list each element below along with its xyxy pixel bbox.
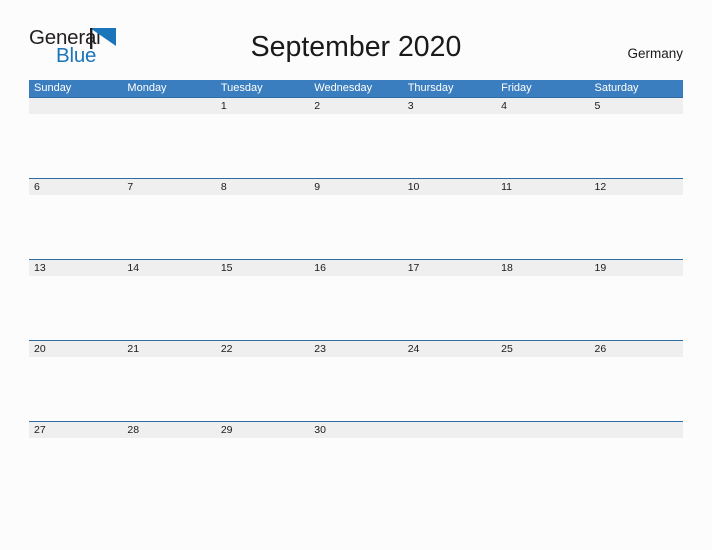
day-cell[interactable]: 5 (590, 98, 683, 114)
week-row: 1 2 3 4 5 (29, 97, 683, 178)
country-label: Germany (627, 46, 683, 61)
page-title: September 2020 (250, 31, 462, 63)
day-cell[interactable]: 4 (496, 98, 589, 114)
day-cell[interactable]: 8 (216, 179, 309, 195)
weekday-header-thursday: Thursday (407, 82, 454, 94)
week-row: 20 21 22 23 24 25 26 (29, 340, 683, 421)
day-cell[interactable]: 1 (216, 98, 309, 114)
day-cell[interactable]: 2 (309, 98, 402, 114)
day-cell[interactable]: 27 (29, 422, 122, 438)
weekday-header-tuesday: Tuesday (220, 82, 263, 94)
day-cell[interactable]: 14 (122, 260, 215, 276)
week-row: 6 7 8 9 10 11 12 (29, 178, 683, 259)
week-notes-area[interactable] (29, 276, 683, 339)
weekday-header-friday: Friday (501, 82, 532, 94)
day-cell[interactable] (590, 422, 683, 438)
week-date-band: 27 28 29 30 (29, 422, 683, 438)
day-cell[interactable]: 29 (216, 422, 309, 438)
day-cell[interactable]: 23 (309, 341, 402, 357)
week-date-band: 13 14 15 16 17 18 19 (29, 260, 683, 276)
day-cell[interactable]: 20 (29, 341, 122, 357)
day-cell[interactable] (122, 98, 215, 114)
week-notes-area[interactable] (29, 114, 683, 177)
day-cell[interactable] (403, 422, 496, 438)
weekday-header-monday: Monday (127, 82, 167, 94)
day-cell[interactable]: 26 (590, 341, 683, 357)
day-cell[interactable]: 18 (496, 260, 589, 276)
week-notes-area[interactable] (29, 195, 683, 258)
day-cell[interactable]: 28 (122, 422, 215, 438)
day-cell[interactable]: 30 (309, 422, 402, 438)
day-cell[interactable]: 25 (496, 341, 589, 357)
day-cell[interactable]: 9 (309, 179, 402, 195)
day-cell[interactable]: 12 (590, 179, 683, 195)
page-header: General Blue September 2020 Germany (0, 0, 712, 67)
weekday-header-sunday: Sunday (34, 82, 72, 94)
week-notes-area[interactable] (29, 438, 683, 501)
day-cell[interactable] (29, 98, 122, 114)
day-cell[interactable]: 7 (122, 179, 215, 195)
day-cell[interactable]: 21 (122, 341, 215, 357)
week-date-band: 20 21 22 23 24 25 26 (29, 341, 683, 357)
day-cell[interactable] (496, 422, 589, 438)
calendar-grid: Sunday Monday Tuesday Wednesday Thursday… (29, 80, 683, 502)
week-date-band: 1 2 3 4 5 (29, 98, 683, 114)
weekday-header-wednesday: Wednesday (314, 82, 373, 94)
day-cell[interactable]: 16 (309, 260, 402, 276)
day-cell[interactable]: 6 (29, 179, 122, 195)
week-row: 27 28 29 30 (29, 421, 683, 502)
day-cell[interactable]: 3 (403, 98, 496, 114)
day-cell[interactable]: 13 (29, 260, 122, 276)
day-cell[interactable]: 11 (496, 179, 589, 195)
week-date-band: 6 7 8 9 10 11 12 (29, 179, 683, 195)
day-cell[interactable]: 24 (403, 341, 496, 357)
day-cell[interactable]: 15 (216, 260, 309, 276)
week-row: 13 14 15 16 17 18 19 (29, 259, 683, 340)
day-cell[interactable]: 17 (403, 260, 496, 276)
week-notes-area[interactable] (29, 357, 683, 420)
weekday-header-row: Sunday Monday Tuesday Wednesday Thursday… (29, 80, 683, 97)
day-cell[interactable]: 22 (216, 341, 309, 357)
weekday-header-saturday: Saturday (594, 82, 639, 94)
day-cell[interactable]: 10 (403, 179, 496, 195)
day-cell[interactable]: 19 (590, 260, 683, 276)
